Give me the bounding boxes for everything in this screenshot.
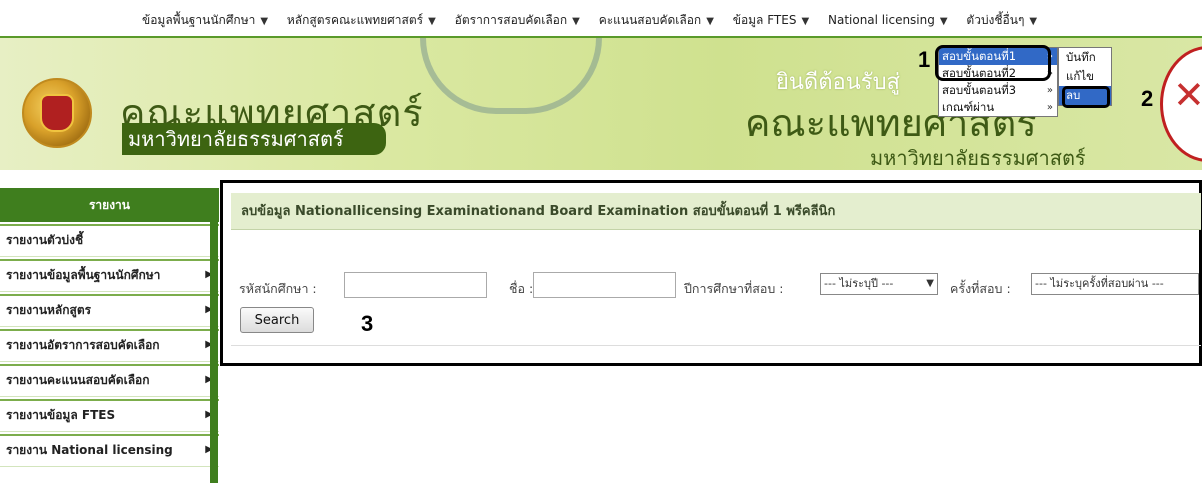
nav-student-info[interactable]: ข้อมูลพื้นฐานนักศึกษา ▼ [142, 11, 268, 30]
sidebar-item-label: รายงานข้อมูลพื้นฐานนักศึกษา [6, 268, 161, 282]
exam-year-select[interactable]: --- ไม่ระบุปี --- ▼ [820, 273, 938, 295]
nav-label: ตัวบ่งชี้อื่นๆ [966, 13, 1025, 27]
nav-national-licensing[interactable]: National licensing ▼ [828, 13, 948, 27]
sidebar-item-ftes[interactable]: รายงานข้อมูล FTES▶ [0, 399, 219, 432]
university-title: มหาวิทยาลัยธรรมศาสตร์ [122, 123, 386, 155]
chevron-down-icon: ▼ [706, 16, 714, 27]
annotation-box-1 [935, 45, 1051, 81]
name-label: ชื่อ : [509, 281, 534, 296]
chevron-down-icon: ▼ [1029, 16, 1038, 27]
top-nav: ข้อมูลพื้นฐานนักศึกษา ▼ หลักสูตรคณะแพทยศา… [142, 11, 1052, 30]
annotation-box-2 [1062, 86, 1110, 108]
menu-item-step3[interactable]: สอบขั้นตอนที่3 » [939, 82, 1057, 99]
sidebar-item-indicators[interactable]: รายงานตัวบ่งชี้ [0, 224, 219, 257]
chevron-down-icon: ▼ [801, 16, 810, 27]
name-input[interactable] [533, 272, 676, 298]
sidebar-item-label: รายงานคะแนนสอบคัดเลือก [6, 373, 150, 387]
chevron-down-icon: ▼ [260, 16, 269, 27]
sidebar-item-admission-score[interactable]: รายงานคะแนนสอบคัดเลือก▶ [0, 364, 219, 397]
divider [231, 345, 1201, 346]
nav-label: หลักสูตรคณะแพทยศาสตร์ [286, 13, 424, 27]
nav-label: คะแนนสอบคัดเลือก [598, 13, 702, 27]
chevron-down-icon: ▼ [926, 278, 934, 289]
top-menu-bar: ข้อมูลพื้นฐานนักศึกษา ▼ หลักสูตรคณะแพทยศา… [0, 0, 1202, 38]
nav-curriculum[interactable]: หลักสูตรคณะแพทยศาสตร์ ▼ [287, 11, 436, 30]
student-id-label: รหัสนักศึกษา : [239, 281, 317, 296]
sidebar-item-admission-rate[interactable]: รายงานอัตราการสอบคัดเลือก▶ [0, 329, 219, 362]
main-content-panel: ลบข้อมูล Nationallicensing Examinationan… [220, 180, 1202, 366]
sidebar-item-label: รายงาน National licensing [6, 443, 173, 457]
sidebar-header: รายงาน [0, 188, 219, 222]
attempt-select[interactable]: --- ไม่ระบุครั้งที่สอบผ่าน --- [1031, 273, 1199, 295]
sidebar-item-student-info[interactable]: รายงานข้อมูลพื้นฐานนักศึกษา▶ [0, 259, 219, 292]
attempt-value: --- ไม่ระบุครั้งที่สอบผ่าน --- [1035, 277, 1164, 290]
university-seal-logo [22, 78, 92, 148]
sidebar-item-national-licensing[interactable]: รายงาน National licensing▶ [0, 434, 219, 467]
submenu-item-edit[interactable]: แก้ไข [1059, 67, 1111, 86]
student-id-input[interactable] [344, 272, 487, 298]
sidebar-item-label: รายงานอัตราการสอบคัดเลือก [6, 338, 160, 352]
nav-label: ข้อมูล FTES [732, 13, 797, 27]
nav-other-indicators[interactable]: ตัวบ่งชี้อื่นๆ ▼ [966, 11, 1037, 30]
attempt-label: ครั้งที่สอบ : [950, 281, 1011, 296]
sidebar: รายงาน รายงานตัวบ่งชี้ รายงานข้อมูลพื้นฐ… [0, 188, 219, 467]
search-button[interactable]: Search [240, 307, 314, 333]
sidebar-accent-bar [210, 188, 218, 483]
nav-ftes[interactable]: ข้อมูล FTES ▼ [733, 11, 809, 30]
page-title: ลบข้อมูล Nationallicensing Examinationan… [231, 193, 1201, 230]
university-title-right: มหาวิทยาลัยธรรมศาสตร์ [870, 146, 1086, 170]
nav-label: National licensing [827, 13, 935, 27]
annotation-number-1: 1 [918, 47, 931, 72]
nav-admission-score[interactable]: คะแนนสอบคัดเลือก ▼ [599, 11, 714, 30]
submenu-item-save[interactable]: บันทึก [1059, 48, 1111, 67]
annotation-number-3: 3 [361, 311, 374, 336]
chevron-down-icon: ▼ [939, 16, 948, 27]
stethoscope-graphic [420, 38, 602, 114]
faculty-emblem-logo: ✕ [1160, 46, 1202, 162]
submenu-arrow-icon: » [1046, 102, 1053, 113]
nav-label: อัตราการสอบคัดเลือก [454, 13, 568, 27]
annotation-number-2: 2 [1141, 86, 1154, 111]
sidebar-item-label: รายงานข้อมูล FTES [6, 408, 116, 422]
nav-admission-rate[interactable]: อัตราการสอบคัดเลือก ▼ [455, 11, 580, 30]
menu-item-label: เกณฑ์ผ่าน [942, 100, 995, 114]
nav-label: ข้อมูลพื้นฐานนักศึกษา [142, 13, 256, 27]
sidebar-item-label: รายงานหลักสูตร [6, 303, 92, 317]
sidebar-item-label: รายงานตัวบ่งชี้ [6, 233, 84, 247]
menu-item-criteria[interactable]: เกณฑ์ผ่าน » [939, 99, 1057, 116]
exam-year-label: ปีการศึกษาที่สอบ : [684, 281, 784, 296]
exam-year-value: --- ไม่ระบุปี --- [824, 277, 894, 290]
submenu-arrow-icon: » [1046, 85, 1053, 96]
chevron-down-icon: ▼ [428, 16, 436, 27]
sidebar-item-curriculum[interactable]: รายงานหลักสูตร▶ [0, 294, 219, 327]
chevron-down-icon: ▼ [572, 16, 580, 27]
menu-item-label: สอบขั้นตอนที่3 [942, 83, 1017, 97]
